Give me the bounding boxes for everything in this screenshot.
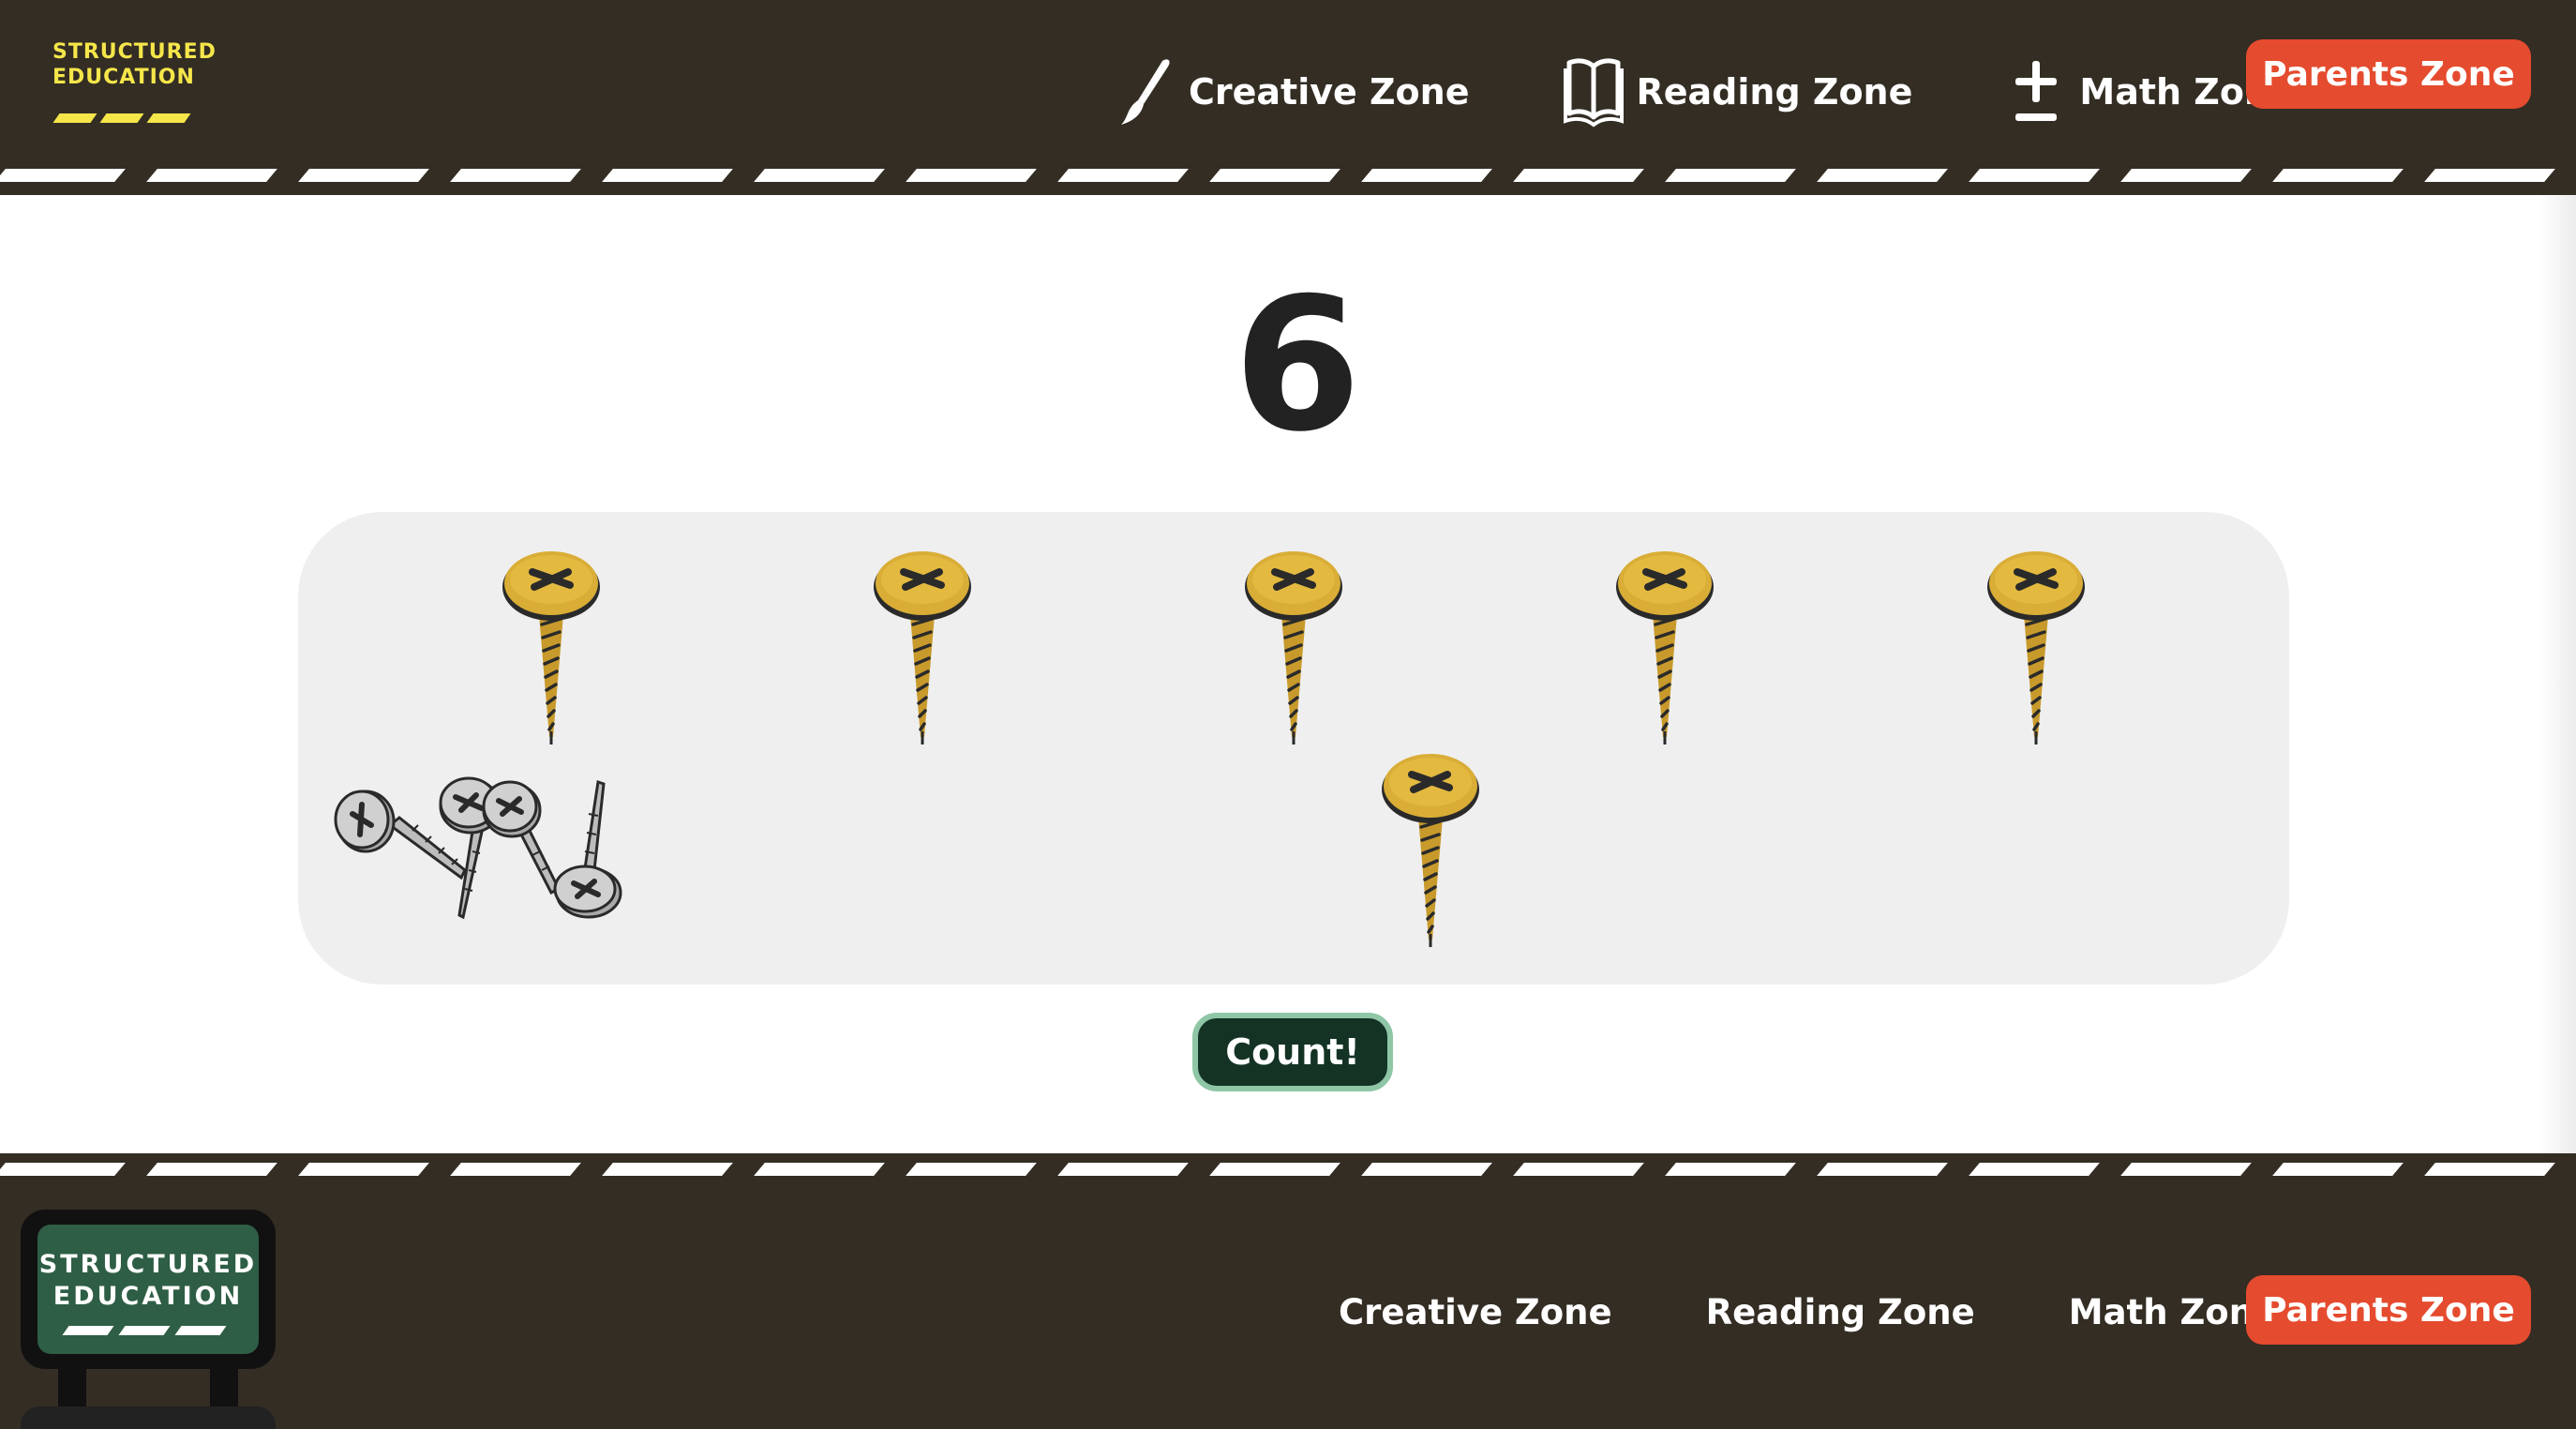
footer-link-reading-zone[interactable]: Reading Zone bbox=[1706, 1292, 1975, 1332]
nav-reading-zone[interactable]: Reading Zone bbox=[1563, 55, 1913, 128]
target-number: 6 bbox=[1233, 259, 1362, 473]
screw-3[interactable] bbox=[1237, 544, 1350, 750]
nav-reading-zone-label: Reading Zone bbox=[1636, 71, 1913, 113]
logo-line-2: EDUCATION bbox=[52, 66, 195, 89]
screw-5[interactable] bbox=[1980, 544, 2092, 750]
silver-screw-pile[interactable] bbox=[334, 776, 662, 926]
screw-6[interactable] bbox=[1374, 746, 1487, 953]
screw-4[interactable] bbox=[1609, 544, 1721, 750]
sign-base bbox=[21, 1406, 276, 1429]
footer-logo-sign[interactable]: STRUCTURED EDUCATION bbox=[21, 1210, 276, 1429]
footer-logo-line-2: EDUCATION bbox=[52, 1282, 244, 1311]
top-navigation-bar: STRUCTURED EDUCATION Creative Zone Readi… bbox=[0, 0, 2576, 195]
paintbrush-icon bbox=[1116, 55, 1176, 128]
scroll-edge-shadow bbox=[2539, 195, 2576, 1153]
plus-minus-icon bbox=[2006, 55, 2066, 128]
footer-parents-zone-button[interactable]: Parents Zone bbox=[2246, 1275, 2531, 1345]
footer-logo-text: STRUCTURED EDUCATION bbox=[37, 1249, 259, 1313]
footer-link-creative-zone[interactable]: Creative Zone bbox=[1339, 1292, 1612, 1332]
parents-zone-button[interactable]: Parents Zone bbox=[2246, 39, 2531, 109]
road-stripes-top bbox=[0, 169, 2576, 182]
screw-2[interactable] bbox=[866, 544, 979, 750]
count-button[interactable]: Count! bbox=[1192, 1013, 1393, 1091]
road-stripes-bottom bbox=[0, 1163, 2576, 1176]
footer-logo-stripes bbox=[62, 1326, 234, 1335]
main-nav: Creative Zone Reading Zone Math Zone bbox=[1116, 45, 2388, 139]
book-icon bbox=[1563, 55, 1624, 128]
footer-nav: Creative Zone Reading Zone Math Zone bbox=[1339, 1292, 2371, 1332]
footer: STRUCTURED EDUCATION Creative Zone Readi… bbox=[0, 1153, 2576, 1429]
screw-1[interactable] bbox=[495, 544, 607, 750]
structured-education-logo[interactable]: STRUCTURED EDUCATION bbox=[52, 39, 221, 126]
nav-creative-zone[interactable]: Creative Zone bbox=[1116, 55, 1470, 128]
logo-stripes bbox=[52, 109, 206, 123]
counting-board bbox=[298, 512, 2289, 985]
footer-logo-line-1: STRUCTURED bbox=[38, 1250, 258, 1279]
nav-creative-zone-label: Creative Zone bbox=[1189, 71, 1470, 113]
logo-line-1: STRUCTURED bbox=[52, 40, 217, 64]
